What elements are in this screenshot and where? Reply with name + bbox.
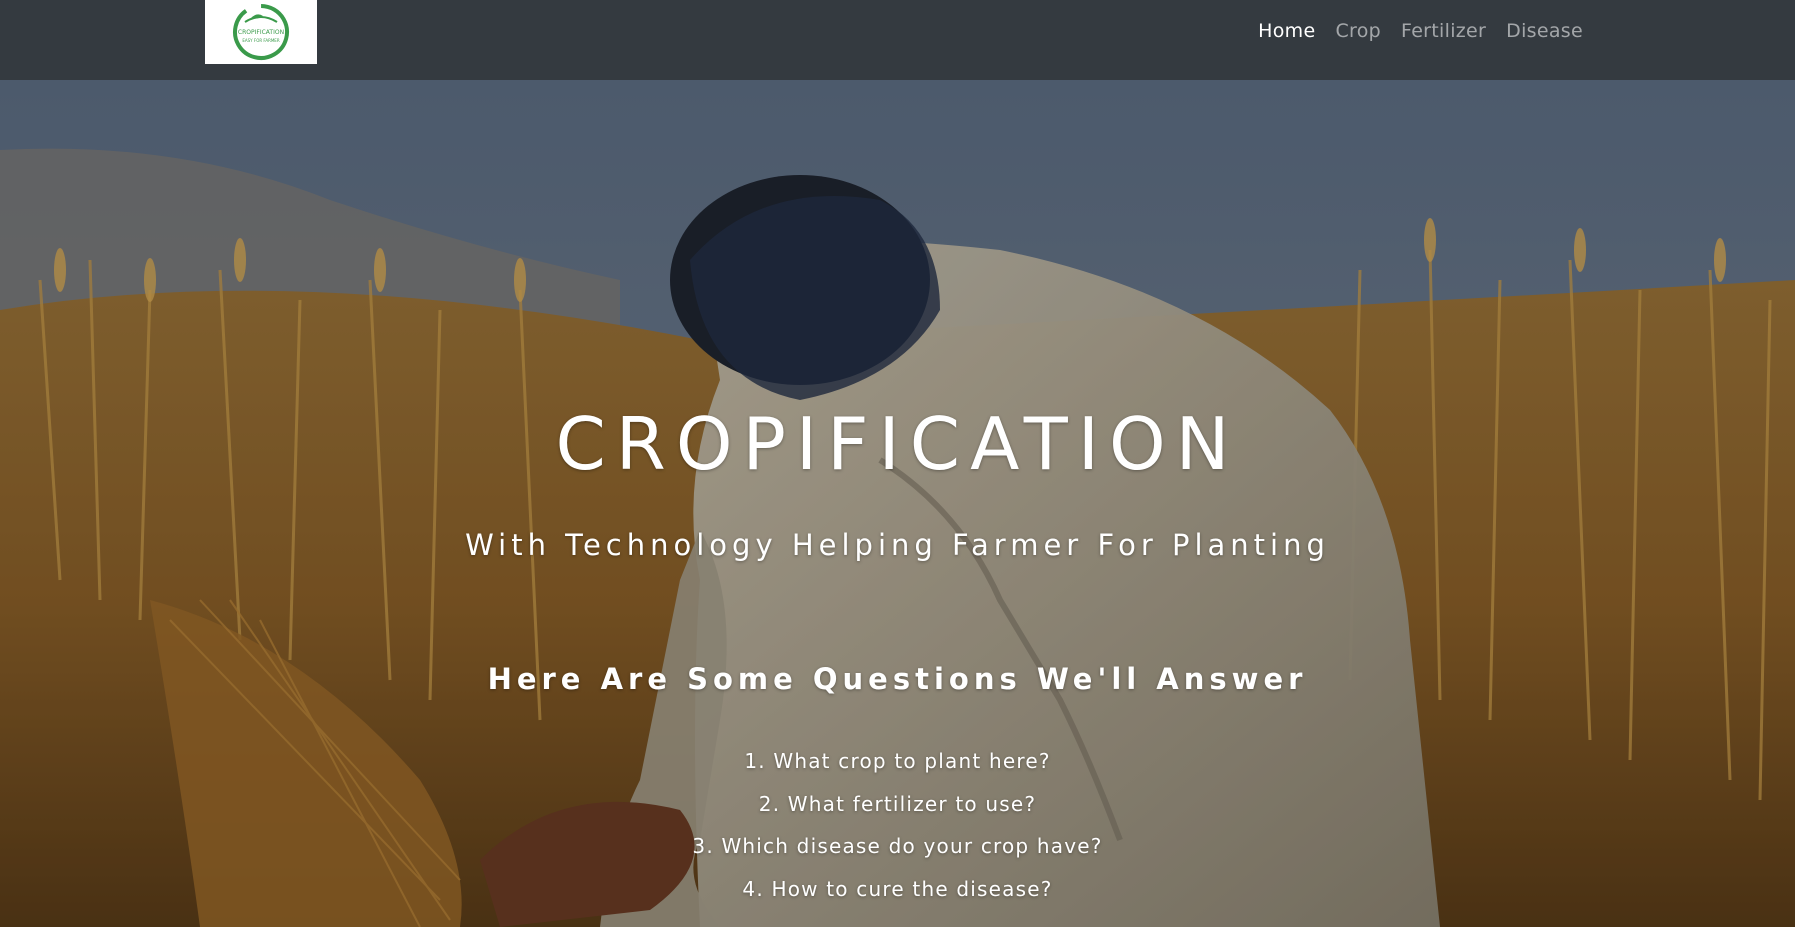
nav-link-home[interactable]: Home (1258, 20, 1315, 42)
question-item: 3. Which disease do your crop have? (692, 834, 1103, 858)
hero-subtitle: With Technology Helping Farmer For Plant… (465, 528, 1330, 562)
hero-section: CROPIFICATION With Technology Helping Fa… (0, 80, 1795, 927)
question-item: 2. What fertilizer to use? (758, 791, 1037, 816)
nav-links: Home Crop Fertilizer Disease (1258, 0, 1583, 62)
brand-logo[interactable]: CROPIFICATION EASY FOR FARMER (205, 0, 317, 64)
question-item: 4. How to cure the disease? (742, 876, 1053, 901)
svg-text:EASY FOR FARMER: EASY FOR FARMER (242, 38, 279, 43)
nav-link-fertilizer[interactable]: Fertilizer (1401, 20, 1486, 42)
cropification-logo-icon: CROPIFICATION EASY FOR FARMER (233, 4, 289, 60)
hero-title: CROPIFICATION (555, 402, 1240, 486)
question-item: 1. What crop to plant here? (744, 749, 1051, 773)
questions-heading: Here Are Some Questions We'll Answer (487, 662, 1308, 696)
hero-content: CROPIFICATION With Technology Helping Fa… (0, 80, 1795, 927)
svg-text:CROPIFICATION: CROPIFICATION (238, 29, 284, 36)
nav-link-disease[interactable]: Disease (1506, 20, 1583, 42)
top-navbar: CROPIFICATION EASY FOR FARMER Home Crop … (0, 0, 1795, 80)
nav-link-crop[interactable]: Crop (1335, 20, 1381, 42)
question-list: 1. What crop to plant here? 2. What fert… (0, 740, 1795, 910)
